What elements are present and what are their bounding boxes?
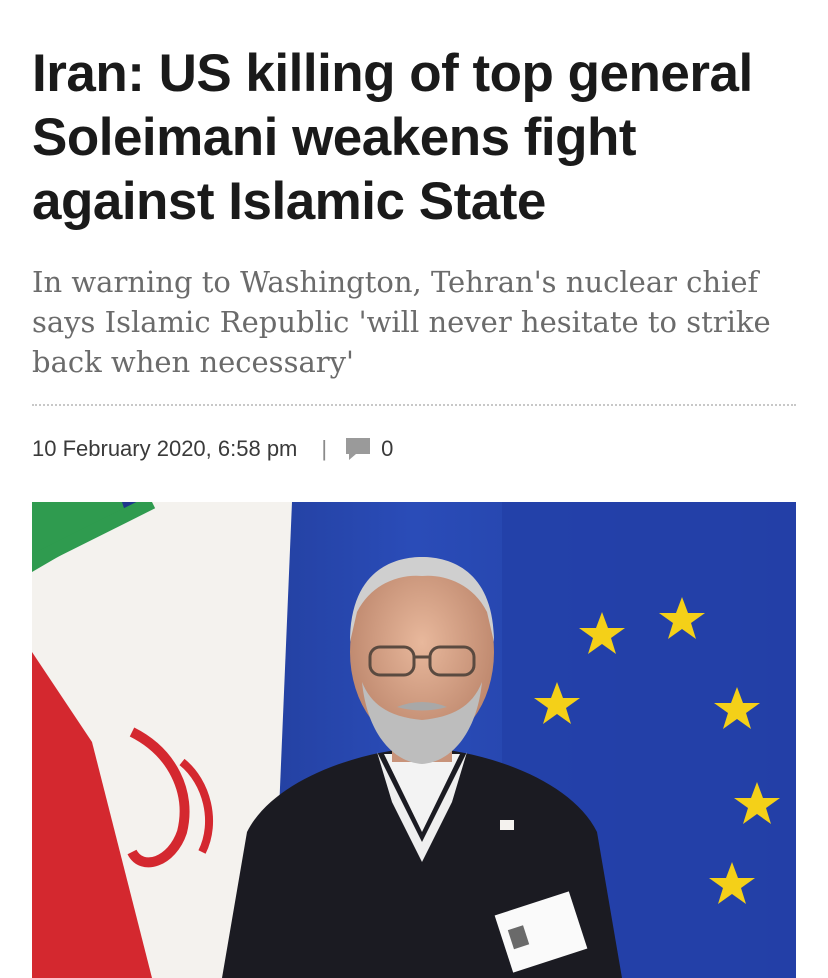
article: Iran: US killing of top general Soleiman…: [32, 42, 796, 465]
dotted-divider: [32, 404, 796, 406]
comment-icon: [345, 437, 371, 461]
comments-link[interactable]: 0: [345, 436, 393, 462]
photo-illustration: [32, 502, 796, 978]
publish-date: 10 February 2020, 6:58 pm: [32, 436, 298, 461]
article-meta: 10 February 2020, 6:58 pm | 0: [32, 433, 796, 465]
article-headline: Iran: US killing of top general Soleiman…: [32, 44, 753, 231]
meta-separator: |: [321, 436, 328, 461]
article-subheadline: In warning to Washington, Tehran's nucle…: [32, 265, 771, 379]
comment-count: 0: [381, 436, 394, 461]
article-photo: [32, 502, 796, 978]
